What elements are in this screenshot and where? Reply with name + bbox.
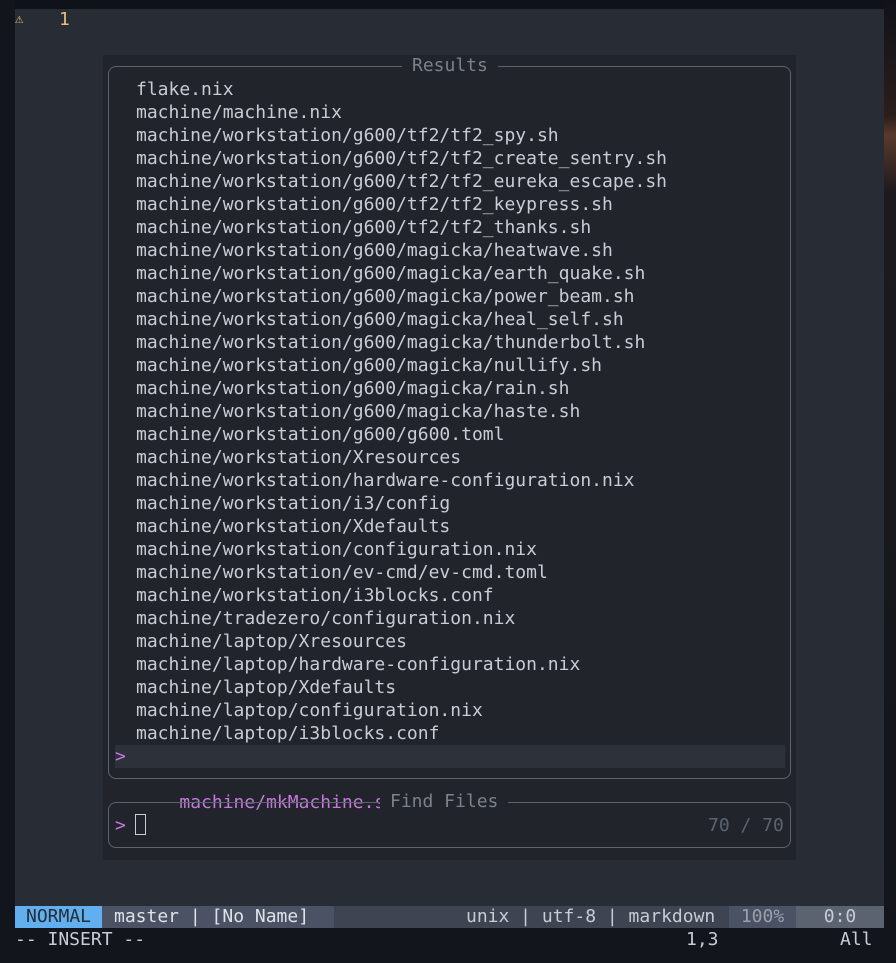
result-item[interactable]: machine/workstation/g600/magicka/heal_se… xyxy=(115,308,785,331)
scroll-indicator: All xyxy=(840,929,873,950)
result-item[interactable]: machine/workstation/i3blocks.conf xyxy=(115,584,785,607)
line-number: 1 xyxy=(59,9,70,30)
result-item[interactable]: machine/workstation/g600/magicka/power_b… xyxy=(115,285,785,308)
results-title: Results xyxy=(402,55,498,77)
ruler: 1,3 xyxy=(686,929,719,950)
window-top-edge xyxy=(0,0,896,9)
result-item[interactable]: machine/workstation/g600/magicka/earth_q… xyxy=(115,262,785,285)
selection-caret: > xyxy=(115,746,126,767)
warning-icon: ⚠ xyxy=(15,11,24,27)
result-item[interactable]: machine/workstation/g600/g600.toml xyxy=(115,423,785,446)
result-item[interactable]: machine/workstation/g600/tf2/tf2_keypres… xyxy=(115,193,785,216)
result-item[interactable]: machine/workstation/hardware-configurati… xyxy=(115,469,785,492)
result-item[interactable]: machine/tradezero/configuration.nix xyxy=(115,607,785,630)
result-item[interactable]: machine/workstation/configuration.nix xyxy=(115,538,785,561)
result-item[interactable]: machine/workstation/g600/magicka/heatwav… xyxy=(115,239,785,262)
result-item[interactable]: machine/laptop/configuration.nix xyxy=(115,699,785,722)
result-item[interactable]: machine/workstation/Xdefaults xyxy=(115,515,785,538)
result-item[interactable]: machine/workstation/i3/config xyxy=(115,492,785,515)
result-item[interactable]: machine/workstation/Xresources xyxy=(115,446,785,469)
selected-result-item[interactable]: > machine/mkMachine.sh xyxy=(115,745,785,813)
result-item[interactable]: machine/workstation/g600/magicka/nullify… xyxy=(115,354,785,377)
result-item[interactable]: machine/laptop/Xdefaults xyxy=(115,676,785,699)
window-right-edge xyxy=(884,0,896,963)
result-item[interactable]: machine/workstation/g600/magicka/thunder… xyxy=(115,331,785,354)
result-item[interactable]: machine/workstation/g600/tf2/tf2_thanks.… xyxy=(115,216,785,239)
prompt-caret: > xyxy=(115,815,126,836)
prompt-title: Find Files xyxy=(380,791,509,813)
result-item[interactable]: machine/laptop/i3blocks.conf xyxy=(115,722,785,745)
result-item[interactable]: machine/machine.nix xyxy=(115,101,785,124)
results-list[interactable]: flake.nix machine/machine.nix machine/work… xyxy=(115,78,785,813)
result-item[interactable]: flake.nix xyxy=(115,78,785,101)
command-line[interactable]: -- INSERT -- 1,3 All xyxy=(15,928,884,963)
statusline: NORMAL master | [No Name] unix | utf-8 |… xyxy=(15,906,884,928)
insert-mode-text: -- INSERT -- xyxy=(15,929,146,950)
result-item[interactable]: machine/workstation/g600/magicka/haste.s… xyxy=(115,400,785,423)
result-item[interactable]: machine/workstation/ev-cmd/ev-cmd.toml xyxy=(115,561,785,584)
search-input[interactable] xyxy=(135,814,146,835)
branch-file-indicator: master | [No Name] xyxy=(102,906,334,928)
scroll-percent: 100% xyxy=(729,906,796,928)
mode-indicator: NORMAL xyxy=(15,906,113,928)
result-item[interactable]: machine/workstation/g600/tf2/tf2_create_… xyxy=(115,147,785,170)
result-item[interactable]: machine/laptop/hardware-configuration.ni… xyxy=(115,653,785,676)
window-left-edge xyxy=(0,0,15,963)
result-item[interactable]: machine/workstation/g600/magicka/rain.sh xyxy=(115,377,785,400)
result-item[interactable]: machine/workstation/g600/tf2/tf2_spy.sh xyxy=(115,124,785,147)
result-count: 70 / 70 xyxy=(708,815,784,836)
result-item[interactable]: machine/laptop/Xresources xyxy=(115,630,785,653)
cursor-position: 0:0 xyxy=(796,906,884,928)
result-item[interactable]: machine/workstation/g600/tf2/tf2_eureka_… xyxy=(115,170,785,193)
file-info: unix | utf-8 | markdown xyxy=(466,906,716,927)
